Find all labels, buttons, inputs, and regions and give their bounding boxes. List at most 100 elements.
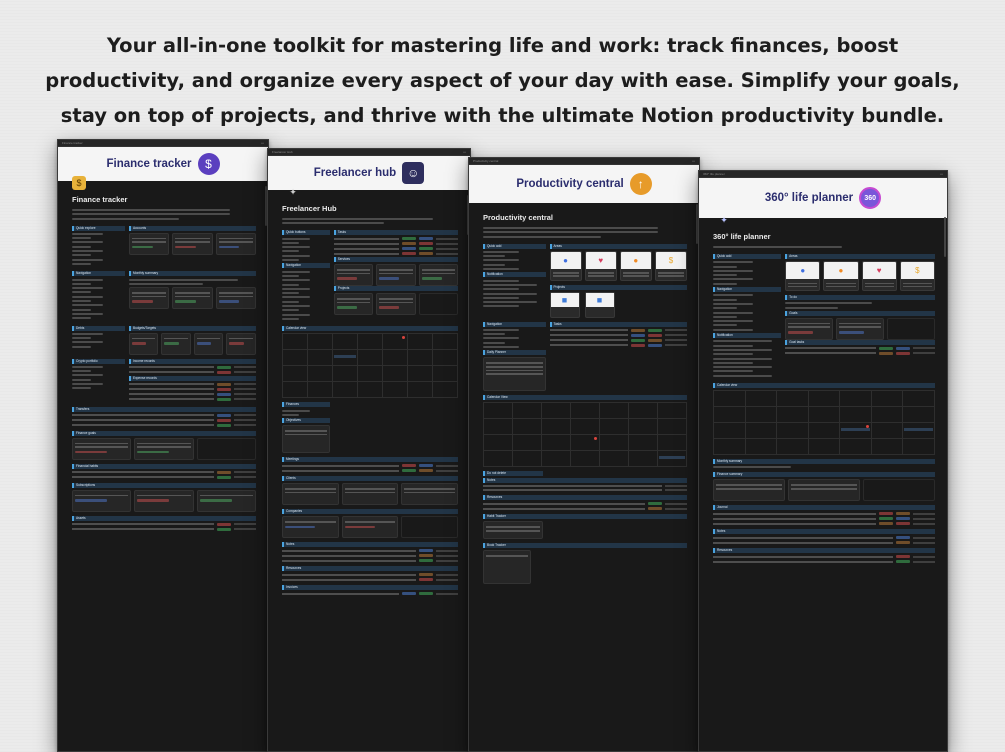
window-titlebar[interactable]: Finance tracker ••• (58, 140, 268, 147)
section-header[interactable]: To do (785, 295, 935, 300)
project-card[interactable]: ■ (584, 291, 615, 318)
section-header[interactable]: Clients (282, 476, 458, 482)
section-header[interactable]: Calendar View (483, 395, 687, 401)
banner-title: 360° life planner (764, 192, 854, 204)
calendar[interactable] (483, 402, 687, 468)
section: Navigation Daily Planner (483, 321, 546, 392)
section-header[interactable]: Notes (282, 542, 458, 548)
section-header[interactable]: Navigation (483, 321, 546, 327)
area-card[interactable]: $ (654, 250, 687, 281)
calendar[interactable] (713, 390, 935, 456)
section-header[interactable]: Navigation (282, 263, 330, 269)
section-header[interactable]: Navigation (713, 287, 782, 293)
section-header[interactable]: Tasks (549, 321, 687, 327)
section-header[interactable]: Finance summary (713, 472, 935, 478)
area-card[interactable]: ♥ (584, 250, 617, 281)
section-header[interactable]: Notes (483, 478, 687, 484)
section: Quick add Notification (483, 243, 546, 318)
section-header[interactable]: Assets (72, 515, 256, 521)
area-card[interactable]: ● (823, 261, 859, 291)
section-header[interactable]: Resources (483, 495, 687, 501)
area-card[interactable]: $ (899, 261, 935, 291)
page-emoji-icon[interactable]: ✦ (717, 213, 731, 227)
section-header[interactable]: Journal (713, 505, 935, 511)
more-icon[interactable]: ••• (692, 159, 695, 163)
page-emoji-icon[interactable]: ✦ (286, 185, 300, 199)
section-header[interactable]: Daily Planner (483, 350, 546, 356)
area-card[interactable]: ♥ (861, 261, 897, 291)
window-titlebar[interactable]: 360° life planner ••• (699, 171, 947, 178)
section-header[interactable]: Income records (128, 358, 256, 364)
section-header[interactable]: Book Tracker (483, 543, 687, 549)
area-card[interactable]: ● (619, 250, 652, 281)
finance-tracker-window[interactable]: Finance tracker ••• Finance tracker $ $ … (57, 139, 269, 752)
area-card[interactable]: ● (549, 250, 582, 281)
section-header[interactable]: Quick add (713, 254, 782, 259)
section-header[interactable]: Debts (72, 325, 125, 331)
freelancer-hub-window[interactable]: Freelancer Hub ••• Freelancer hub ☺ ✦ Fr… (267, 148, 471, 752)
section-header[interactable]: Invoices (282, 585, 458, 591)
calendar[interactable] (282, 333, 458, 399)
section-header[interactable]: Goal tasks (785, 339, 935, 345)
section: Book Tracker (483, 543, 687, 585)
section-header[interactable]: Areas (785, 254, 935, 259)
window-tab-label[interactable]: 360° life planner (703, 172, 725, 176)
more-icon[interactable]: ••• (940, 172, 943, 176)
section-header[interactable]: Do not delete (483, 471, 543, 477)
section-header[interactable]: Calendar view (282, 326, 458, 332)
page-title: Productivity central (483, 213, 554, 222)
section-header[interactable]: Tasks (333, 230, 458, 236)
window-tab-label[interactable]: Finance tracker (62, 141, 83, 145)
section-header[interactable]: Areas (549, 243, 687, 249)
section-header[interactable]: Financial habits (72, 463, 256, 469)
section-header[interactable]: Meetings (282, 457, 458, 463)
window-tab-label[interactable]: Productivity central (473, 159, 498, 163)
section-header[interactable]: Monthly summary (713, 459, 935, 465)
section-header[interactable]: Projects (333, 286, 458, 292)
section-header[interactable]: Calendar view (713, 383, 935, 389)
window-tab-label[interactable]: Freelancer Hub (272, 150, 293, 154)
section-header[interactable]: Resources (713, 548, 935, 554)
project-card[interactable]: ■ (549, 291, 580, 318)
window-titlebar[interactable]: Freelancer Hub ••• (268, 149, 470, 156)
section-header[interactable]: Projects (549, 284, 687, 290)
page-emoji-icon[interactable]: $ (72, 176, 86, 190)
more-icon[interactable]: ••• (261, 141, 264, 145)
section: Quick explore (72, 225, 125, 268)
section-header[interactable]: Transfers (72, 406, 256, 412)
productivity-central-window[interactable]: Productivity central ••• Productivity ce… (468, 157, 700, 752)
section-header[interactable]: Budgets/Targets (128, 325, 256, 331)
section-header[interactable]: Goals (785, 310, 935, 316)
section-header[interactable]: Notification (713, 333, 782, 339)
area-card[interactable]: ● (785, 261, 821, 291)
section-header[interactable]: Quick explore (72, 225, 125, 231)
window-titlebar[interactable]: Productivity central ••• (469, 158, 699, 165)
page-title: Finance tracker (72, 195, 128, 204)
life-planner-window[interactable]: 360° life planner ••• 360° life planner … (698, 170, 948, 752)
more-icon[interactable]: ••• (463, 150, 466, 154)
section-header[interactable]: Accounts (128, 225, 256, 231)
section-header[interactable]: Quick buttons (282, 230, 330, 236)
scrollbar[interactable] (944, 217, 946, 257)
section-header[interactable]: Crypto portfolio (72, 358, 125, 364)
section-header[interactable]: Objectives (282, 418, 330, 424)
section-header[interactable]: Subscriptions (72, 482, 256, 488)
section-header[interactable]: Quick add (483, 243, 546, 249)
section: Notes (713, 529, 935, 545)
section-header[interactable]: Notes (713, 529, 935, 535)
section-header[interactable]: Companies (282, 509, 458, 515)
section-header[interactable]: Notification (483, 272, 546, 278)
section-header[interactable]: Monthly summary (128, 271, 256, 277)
section-header[interactable]: Navigation (72, 271, 125, 277)
section-header[interactable]: Expense records (128, 375, 256, 381)
section: Finance goals (72, 430, 256, 460)
section-header[interactable]: Resources (282, 566, 458, 572)
section: Monthly summary (713, 459, 935, 469)
section: Finances Objectives (282, 402, 330, 454)
section-header[interactable]: Habit Tracker (483, 514, 687, 520)
section-header[interactable]: Finance goals (72, 430, 256, 436)
headline-line-3: stay on top of projects, and thrive with… (60, 104, 945, 127)
section-header[interactable]: Finances (282, 402, 330, 408)
section-header[interactable]: Services (333, 257, 458, 263)
section: Finance summary (713, 472, 935, 502)
